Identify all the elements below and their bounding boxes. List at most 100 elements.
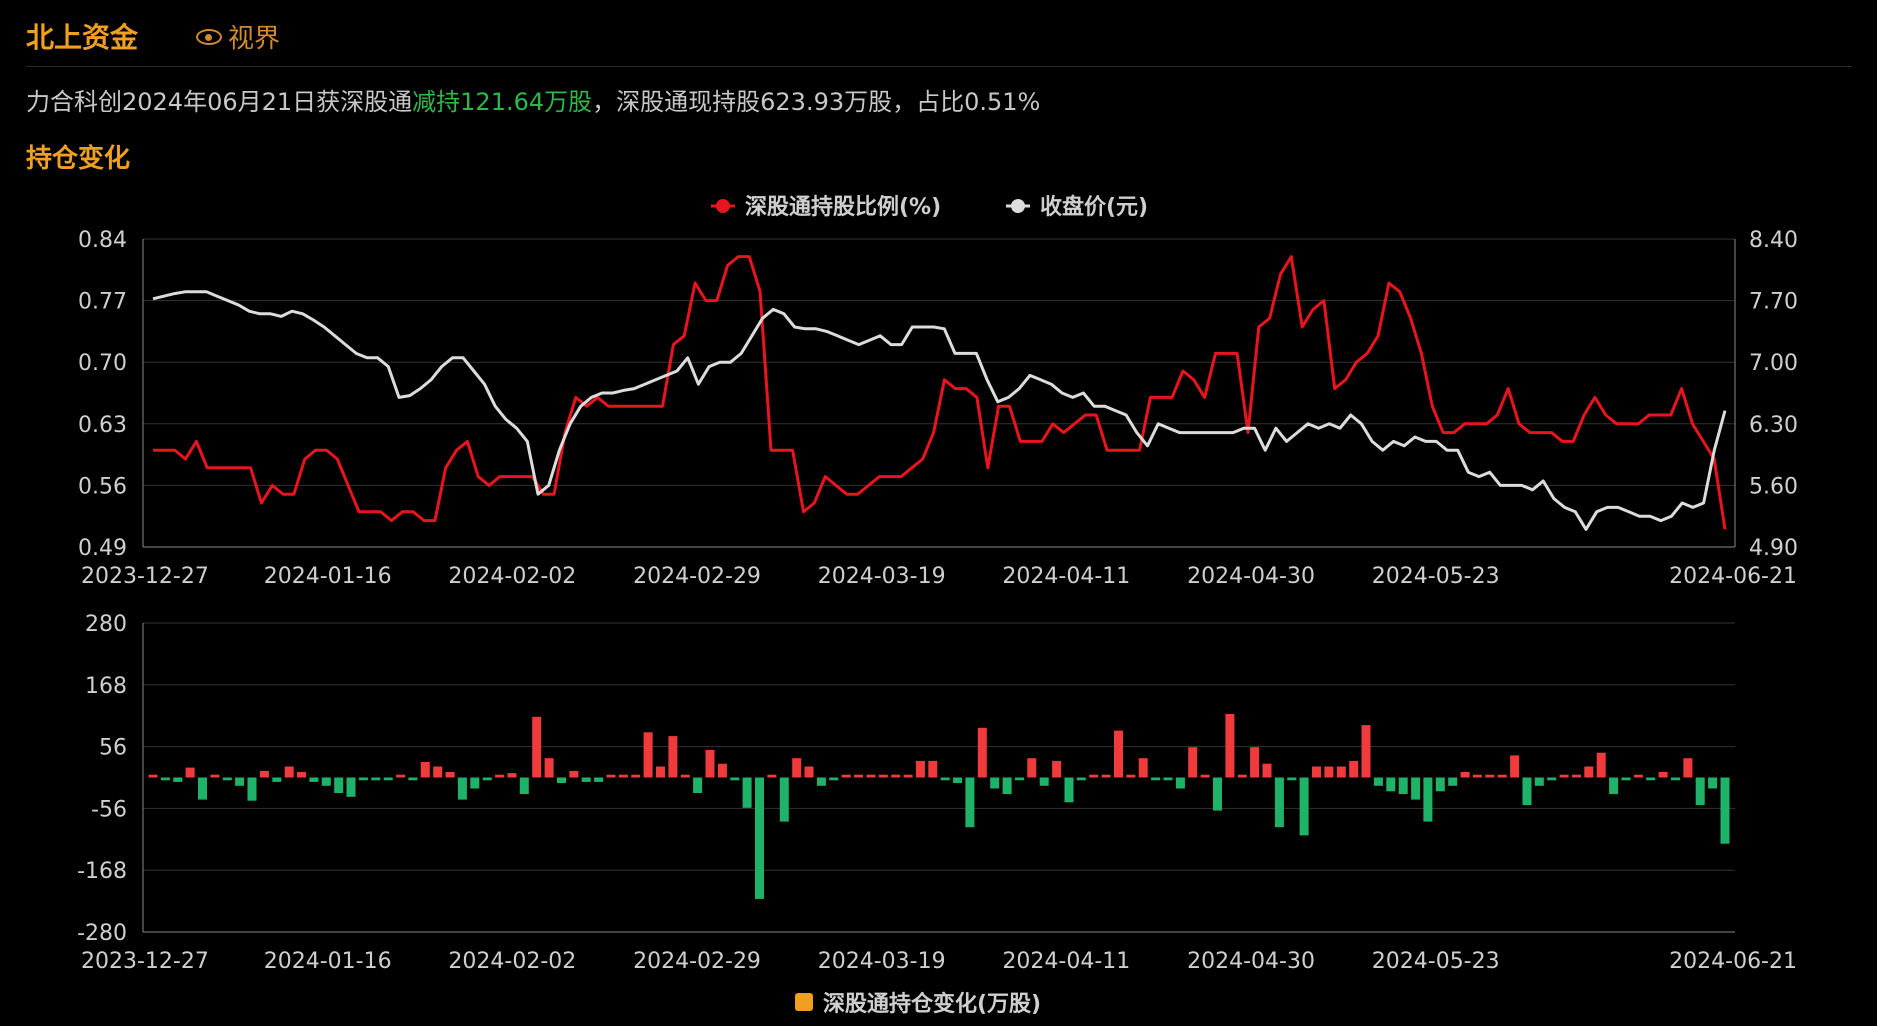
bar-decrease (1287, 777, 1297, 781)
bar-increase (705, 749, 715, 778)
bar-decrease (940, 777, 950, 781)
bar-decrease (594, 777, 604, 782)
bar-decrease (1695, 777, 1705, 806)
line-chart-x-tick-label: 2024-04-11 (1002, 564, 1130, 589)
bar-decrease (1175, 777, 1185, 789)
bar-decrease (1039, 777, 1049, 786)
line-chart-x-tick-label: 2024-02-02 (448, 564, 576, 589)
bar-increase (1472, 774, 1482, 778)
bar-decrease (730, 777, 740, 781)
bar-increase (1324, 766, 1334, 778)
bar-increase (643, 732, 653, 778)
bar-decrease (965, 777, 975, 828)
bar-decrease (1435, 777, 1445, 792)
line-chart-x-tick-label: 2024-05-23 (1372, 564, 1500, 589)
bar-increase (606, 774, 616, 778)
bar-decrease (1002, 777, 1012, 795)
bar-chart-x-tick-label: 2023-12-27 (81, 949, 209, 974)
bar-decrease (1534, 777, 1544, 786)
bar-increase (1683, 758, 1693, 778)
bar-chart-x-tick-label: 2024-04-30 (1187, 949, 1315, 974)
bar-chart-x-tick-label: 2024-02-29 (633, 949, 761, 974)
bar-increase (854, 774, 863, 778)
bar-increase (1596, 752, 1606, 778)
bar-decrease (1448, 777, 1458, 786)
y-right-tick-label: 7.00 (1749, 351, 1798, 376)
y-right-tick-label: 6.30 (1749, 413, 1798, 438)
bar-decrease (990, 777, 1000, 789)
line-chart-x-tick-label: 2024-06-21 (1669, 564, 1797, 589)
line-chart-x-tick-label: 2024-03-19 (818, 564, 946, 589)
bar-increase (396, 774, 406, 778)
bar-chart-x-tick-label: 2024-04-11 (1002, 949, 1130, 974)
bar-increase (1052, 760, 1062, 778)
bar-decrease (160, 777, 170, 781)
bar-decrease (470, 777, 480, 789)
legend-holding-change-marker (795, 993, 813, 1011)
bar-decrease (1076, 777, 1086, 781)
bar-increase (1349, 760, 1359, 778)
bar-increase (495, 774, 505, 778)
bar-decrease (1299, 777, 1309, 836)
bar-increase (1584, 766, 1594, 778)
bar-decrease (1522, 777, 1532, 806)
bar-increase (445, 772, 455, 778)
bar-y-tick-label: 56 (99, 736, 127, 761)
bar-decrease (1708, 777, 1718, 789)
bar-decrease (1386, 777, 1396, 792)
bar-decrease (755, 777, 764, 899)
bar-increase (1485, 774, 1495, 778)
bar-decrease (1646, 777, 1656, 781)
bar-increase (297, 772, 306, 778)
bar-decrease (1064, 777, 1074, 803)
bar-decrease (408, 777, 418, 781)
y-right-tick-label: 7.70 (1749, 290, 1798, 315)
bar-increase (259, 770, 269, 778)
y-left-tick-label: 0.49 (78, 536, 127, 561)
bar-decrease (1398, 777, 1408, 795)
legend-holding-change-label: 深股通持仓变化(万股) (823, 991, 1041, 1017)
bar-decrease (321, 777, 331, 786)
bar-decrease (1621, 777, 1631, 781)
bar-increase (544, 758, 554, 778)
bar-decrease (742, 777, 752, 808)
bar-increase (148, 774, 158, 778)
bar-increase (1361, 725, 1371, 778)
bar-chart-x-tick-label: 2024-02-02 (448, 949, 576, 974)
bar-increase (1658, 772, 1668, 778)
chart-area: 0.84 8.40 0.77 7.70 0.70 7.00 0.63 6.30 0.56 5.60… (77, 194, 1798, 1017)
line-chart-x-tick-label: 2024-04-30 (1187, 564, 1315, 589)
bar-decrease (1411, 777, 1421, 800)
bar-decrease (1671, 777, 1680, 781)
bar-decrease (457, 777, 467, 800)
bar-y-tick-label: -280 (77, 921, 127, 946)
bar-decrease (346, 777, 356, 797)
bar-decrease (358, 777, 368, 781)
bar-increase (569, 770, 579, 778)
bar-decrease (581, 777, 591, 782)
bar-decrease (816, 777, 826, 786)
y-left-tick-label: 0.77 (78, 290, 127, 315)
y-right-tick-label: 8.40 (1749, 228, 1798, 253)
bar-increase (618, 774, 628, 778)
bar-increase (1262, 763, 1272, 778)
bar-increase (433, 766, 443, 778)
bar-decrease (371, 777, 381, 781)
bar-increase (891, 774, 901, 778)
bar-increase (1510, 755, 1520, 778)
bar-decrease (309, 777, 319, 782)
bar-increase (507, 773, 517, 778)
bar-increase (1027, 758, 1037, 778)
bar-chart-x-tick-label: 2024-05-23 (1372, 949, 1500, 974)
y-left-tick-label: 0.70 (78, 351, 127, 376)
bar-increase (804, 766, 814, 778)
bar-increase (1497, 774, 1507, 778)
bar-increase (1188, 747, 1198, 778)
bar-chart-x-tick-label: 2024-01-16 (264, 949, 392, 974)
line-chart-x-tick-label: 2024-02-29 (633, 564, 761, 589)
bar-decrease (1609, 777, 1619, 795)
bar-decrease (1373, 777, 1383, 786)
bar-decrease (1151, 777, 1161, 781)
ratio-series-line (153, 255, 1727, 530)
bar-increase (1312, 766, 1321, 778)
